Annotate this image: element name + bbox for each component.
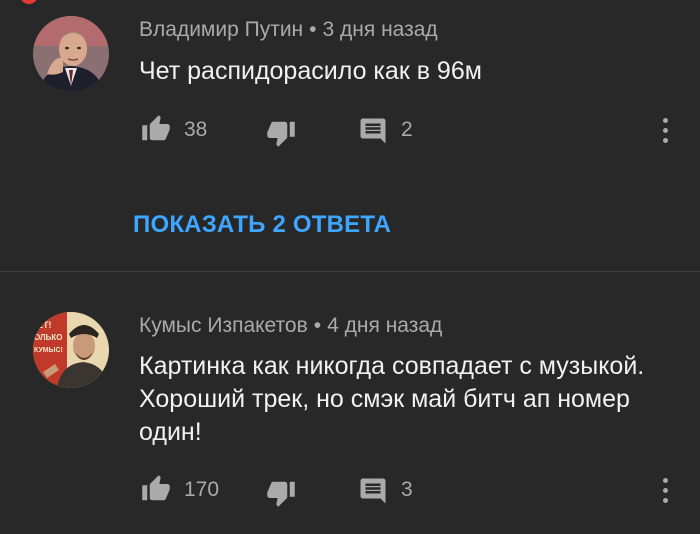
author-avatar[interactable] [33, 16, 109, 92]
comment-actions: 38 2 [0, 110, 700, 150]
more-options-icon[interactable] [660, 118, 670, 148]
reply-icon[interactable] [358, 116, 388, 146]
poster-text-line-2: ОЛЬКО [34, 333, 63, 342]
poster-text-line-3: КУМЫС! [34, 347, 63, 354]
author-name[interactable]: Владимир Путин [139, 18, 303, 41]
comment-2: ЕТ! ОЛЬКО КУМЫС! Кумыс Изпакетов • 4 дня н… [0, 272, 700, 534]
like-count: 38 [184, 118, 208, 141]
comment-meta: Владимир Путин • 3 дня назад [139, 18, 438, 42]
like-icon[interactable] [141, 114, 171, 144]
reply-count: 3 [401, 478, 413, 501]
comment-actions: 170 3 [0, 470, 700, 510]
more-options-icon[interactable] [660, 478, 670, 508]
poster-text-line-1: ЕТ! [37, 320, 52, 330]
avatar-poster-image: ЕТ! ОЛЬКО КУМЫС! [33, 312, 109, 388]
timestamp[interactable]: 3 дня назад [323, 18, 438, 41]
meta-separator: • [309, 18, 317, 41]
dislike-icon[interactable] [266, 118, 296, 148]
comment-text: Чет распидорасило как в 96м [139, 57, 482, 85]
author-avatar[interactable]: ЕТ! ОЛЬКО КУМЫС! [33, 312, 109, 388]
timestamp[interactable]: 4 дня назад [327, 314, 442, 337]
avatar-portrait-image [33, 16, 109, 92]
meta-separator: • [313, 314, 322, 337]
like-icon[interactable] [141, 474, 171, 504]
reply-icon[interactable] [358, 476, 388, 506]
author-name[interactable]: Кумыс Изпакетов [139, 314, 308, 337]
dislike-icon[interactable] [266, 478, 296, 508]
like-count: 170 [184, 478, 220, 501]
comment-1: Владимир Путин • 3 дня назад Чет распидора… [0, 0, 700, 200]
reply-count: 2 [401, 118, 413, 141]
comment-meta: Кумыс Изпакетов • 4 дня назад [139, 314, 442, 338]
comment-text: Картинка как никогда совпадает с музыкой… [139, 352, 645, 446]
show-replies-button[interactable]: ПОКАЗАТЬ 2 ОТВЕТА [133, 211, 391, 239]
